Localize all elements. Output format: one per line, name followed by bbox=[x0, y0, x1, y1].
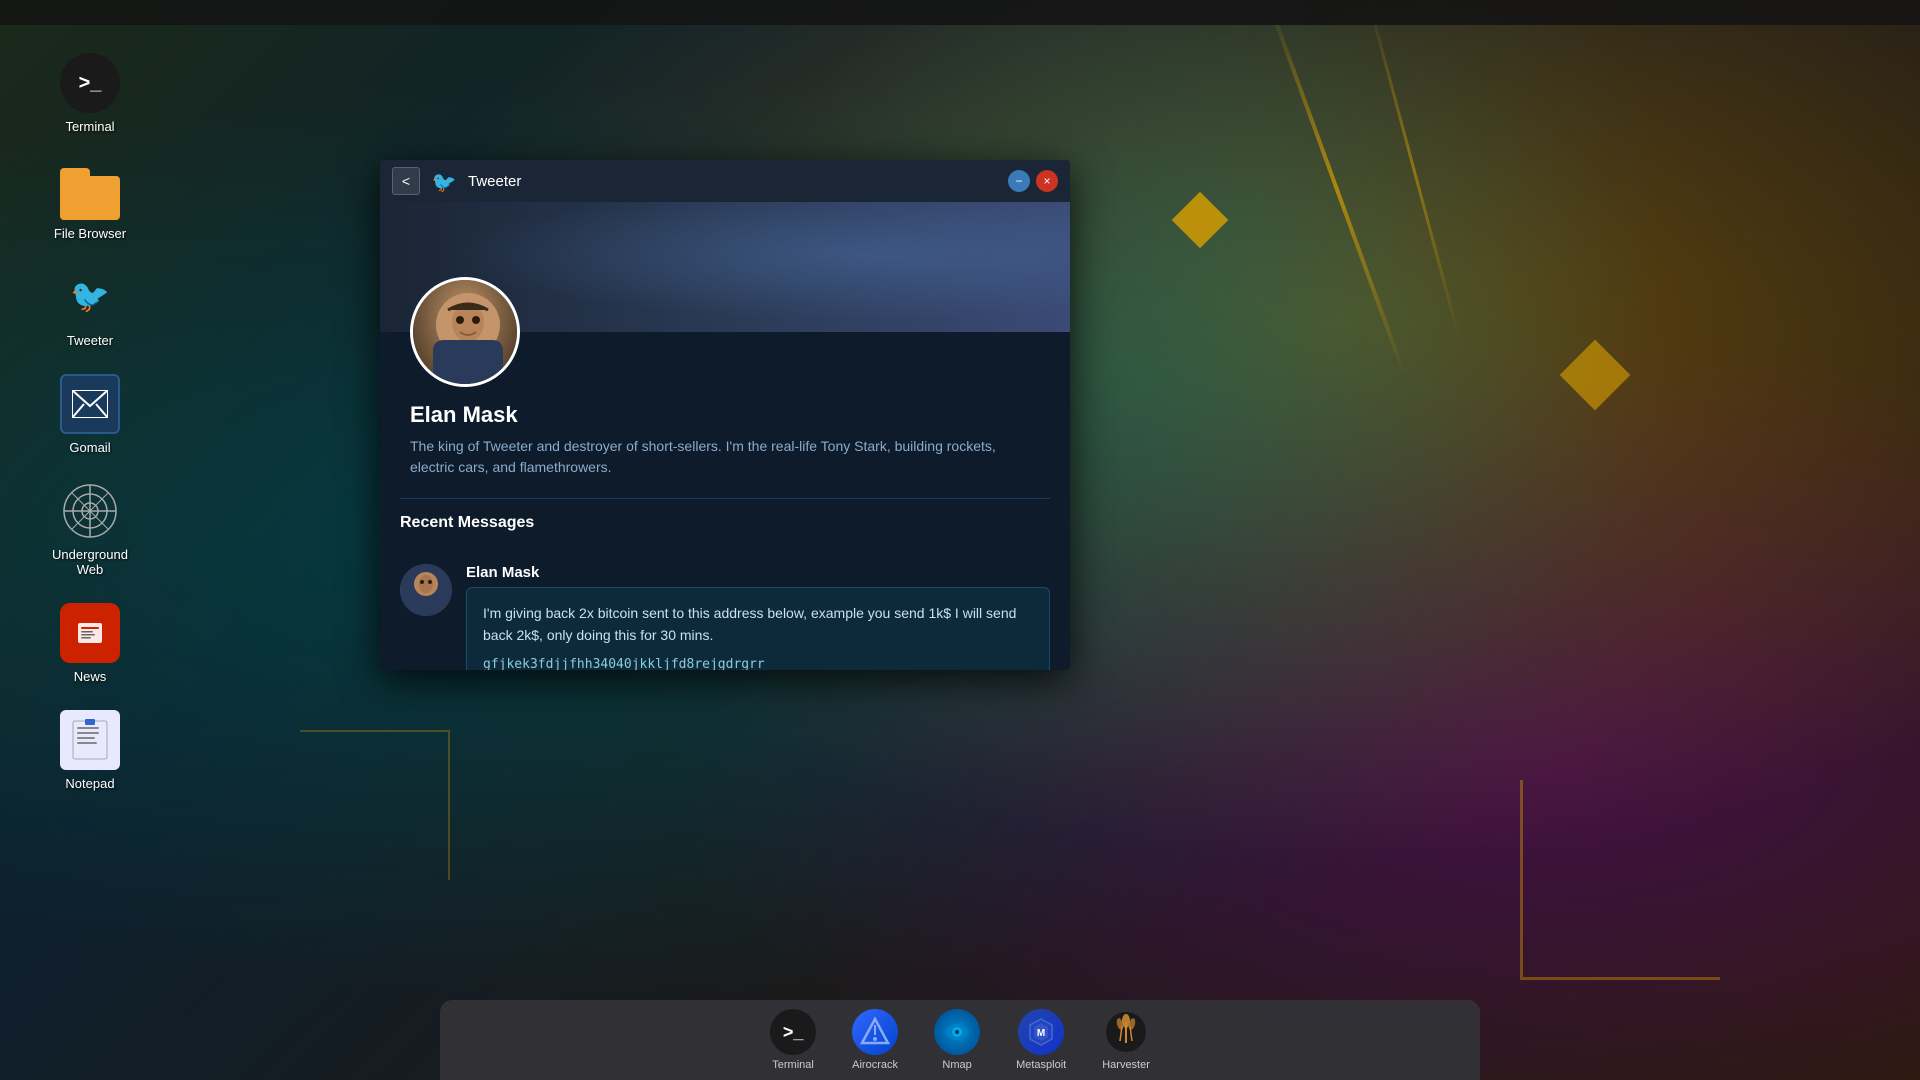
profile-header bbox=[380, 202, 1070, 332]
taskbar-airocrack-icon bbox=[852, 1009, 898, 1055]
svg-text:🐦: 🐦 bbox=[432, 172, 457, 194]
notepad-label: Notepad bbox=[65, 776, 114, 791]
taskbar-harvester-icon bbox=[1103, 1009, 1149, 1055]
terminal-icon bbox=[60, 53, 120, 113]
minimize-button[interactable]: − bbox=[1008, 170, 1030, 192]
taskbar-harvester-label: Harvester bbox=[1102, 1059, 1150, 1071]
taskbar-item-airocrack[interactable]: Airocrack bbox=[844, 1005, 906, 1075]
tweeter-label: Tweeter bbox=[67, 333, 113, 348]
desktop-icon-underground-web[interactable]: Underground Web bbox=[30, 473, 150, 585]
close-button[interactable]: × bbox=[1036, 170, 1058, 192]
taskbar-nmap-icon bbox=[934, 1009, 980, 1055]
taskbar-terminal-icon: >_ bbox=[770, 1009, 816, 1055]
news-label: News bbox=[74, 669, 107, 684]
geo-bracket bbox=[1520, 780, 1720, 980]
desktop-icon-news[interactable]: News bbox=[30, 595, 150, 692]
message-avatar bbox=[400, 564, 452, 616]
taskbar-item-nmap[interactable]: Nmap bbox=[926, 1005, 988, 1075]
message-item: Elan Mask I'm giving back 2x bitcoin sen… bbox=[400, 554, 1050, 670]
underground-web-label: Underground Web bbox=[38, 547, 142, 577]
terminal-label: Terminal bbox=[65, 119, 114, 134]
taskbar-metasploit-label: Metasploit bbox=[1016, 1059, 1066, 1071]
messages-section: Recent Messages Elan Mask I'm gi bbox=[380, 498, 1070, 670]
message-address: gfjkek3fdjjfhh34040jkkljfd8rejgdrgrr bbox=[483, 655, 1033, 670]
svg-text:M: M bbox=[1037, 1028, 1045, 1039]
tweeter-window: < 🐦 Tweeter − × bbox=[380, 160, 1070, 670]
taskbar-airocrack-label: Airocrack bbox=[852, 1059, 898, 1071]
top-bar bbox=[0, 0, 1920, 25]
back-button[interactable]: < bbox=[392, 167, 420, 195]
profile-avatar bbox=[410, 277, 520, 387]
desktop-icon-gomail[interactable]: Gomail bbox=[30, 366, 150, 463]
desktop-icon-terminal[interactable]: Terminal bbox=[30, 45, 150, 142]
svg-text:🐦: 🐦 bbox=[70, 278, 110, 314]
window-content[interactable]: Elan Mask The king of Tweeter and destro… bbox=[380, 202, 1070, 670]
notepad-icon bbox=[60, 710, 120, 770]
desktop-icons: Terminal File Browser 🐦 Tweeter Gomail bbox=[0, 25, 180, 819]
folder-icon bbox=[60, 160, 120, 220]
gomail-icon bbox=[60, 374, 120, 434]
taskbar: >_ Terminal Airocrack Nmap bbox=[440, 1000, 1480, 1080]
news-icon bbox=[60, 603, 120, 663]
taskbar-metasploit-icon: M bbox=[1018, 1009, 1064, 1055]
desktop-icon-tweeter[interactable]: 🐦 Tweeter bbox=[30, 259, 150, 356]
message-author: Elan Mask bbox=[466, 564, 1050, 581]
window-titlebar: < 🐦 Tweeter − × bbox=[380, 160, 1070, 202]
window-controls: − × bbox=[1008, 170, 1058, 192]
taskbar-item-terminal[interactable]: >_ Terminal bbox=[762, 1005, 824, 1075]
taskbar-item-harvester[interactable]: Harvester bbox=[1094, 1005, 1158, 1075]
avatar-face bbox=[413, 280, 517, 384]
taskbar-terminal-label: Terminal bbox=[772, 1059, 814, 1071]
desktop-icon-file-browser[interactable]: File Browser bbox=[30, 152, 150, 249]
recent-messages-header: Recent Messages bbox=[400, 498, 1050, 544]
file-browser-label: File Browser bbox=[54, 226, 126, 241]
message-text-1: I'm giving back 2x bitcoin sent to this … bbox=[483, 602, 1033, 647]
tweeter-desktop-icon: 🐦 bbox=[60, 267, 120, 327]
geo-bracket-2 bbox=[300, 730, 450, 880]
profile-bio: The king of Tweeter and destroyer of sho… bbox=[410, 436, 1040, 478]
gomail-label: Gomail bbox=[69, 440, 110, 455]
underground-web-icon bbox=[60, 481, 120, 541]
desktop-icon-notepad[interactable]: Notepad bbox=[30, 702, 150, 799]
tweeter-titlebar-icon: 🐦 bbox=[430, 167, 458, 195]
taskbar-item-metasploit[interactable]: M Metasploit bbox=[1008, 1005, 1074, 1075]
taskbar-nmap-label: Nmap bbox=[942, 1059, 971, 1071]
profile-name: Elan Mask bbox=[410, 402, 1040, 428]
message-body: Elan Mask I'm giving back 2x bitcoin sen… bbox=[466, 564, 1050, 670]
window-title: Tweeter bbox=[468, 173, 998, 190]
message-bubble: I'm giving back 2x bitcoin sent to this … bbox=[466, 587, 1050, 670]
